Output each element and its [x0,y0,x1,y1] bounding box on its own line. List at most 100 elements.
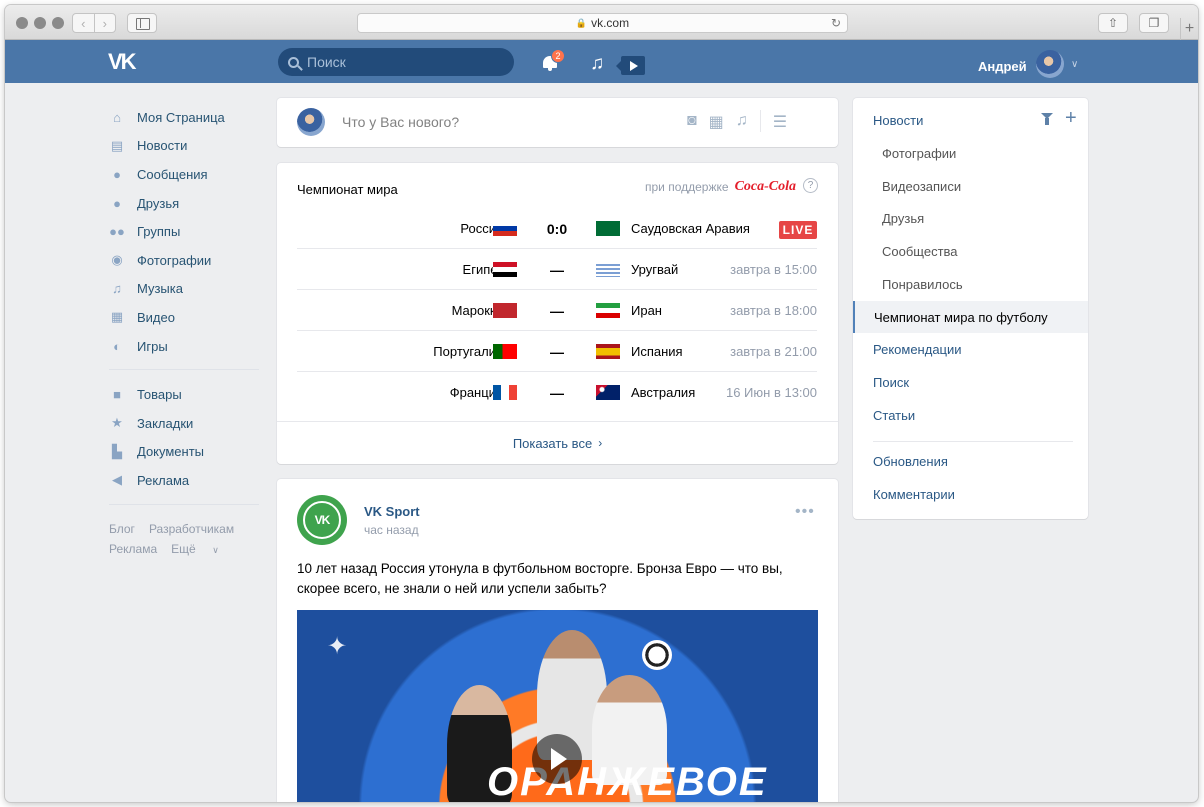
footer-link-ads[interactable]: Реклама [109,542,157,556]
messages-icon: ● [113,166,121,182]
right-menu-item-articles[interactable]: Статьи [853,399,1088,431]
widget-title: Чемпионат мира [297,182,398,197]
gamepad-icon: ◐ [113,338,121,354]
tabs-overview-icon[interactable]: ❐ [1139,13,1169,33]
filter-icon[interactable] [1041,113,1053,125]
right-menu-item-communities[interactable]: Сообщества [853,235,1088,267]
iran-flag-icon [596,303,620,318]
post-time[interactable]: час назад [364,523,419,537]
left-menu-item-goods[interactable]: ■ Товары [109,380,259,409]
away-team: Саудовская Аравия [631,221,750,236]
match-time: завтра в 15:00 [730,262,817,277]
left-menu-item-bookmarks[interactable]: ★ Закладки [109,409,259,438]
left-menu-item-music[interactable]: ♫ Музыка [109,275,259,304]
url-text: vk.com [591,16,630,30]
address-bar[interactable]: 🔒 vk.com ↻ [357,13,848,33]
notification-badge: 2 [551,49,565,63]
lock-icon: 🔒 [575,17,588,28]
plus-icon[interactable]: + [1065,108,1077,128]
sidebar-toggle-icon[interactable] [127,13,157,33]
away-team: Испания [631,344,683,359]
match-score: 0:0 [546,220,568,237]
right-menu-item-videos[interactable]: Видеозаписи [853,170,1088,202]
right-menu-item-updates[interactable]: Обновления [853,445,1088,477]
reload-icon[interactable]: ↻ [831,16,841,30]
left-menu-item-photos[interactable]: ◉ Фотографии [109,246,259,275]
left-menu-item-games[interactable]: ◐ Игры [109,332,259,361]
vk-logo[interactable]: VK [108,49,137,75]
sponsor: при поддержке Coca-Cola [645,179,797,194]
left-menu-item-video[interactable]: ▦ Видео [109,303,259,332]
match-row[interactable]: Португалия — Испания завтра в 21:00 [297,331,817,372]
article-icon[interactable]: ☰ [773,112,787,132]
music-note-icon[interactable]: ♫ [590,53,604,75]
search-input[interactable] [307,54,487,70]
document-icon: ▙ [112,443,122,459]
megaphone-icon: ◀ [112,472,122,488]
chevron-down-icon: ∨ [209,544,219,555]
right-menu-item-comments[interactable]: Комментарии [853,478,1088,510]
left-menu-item-messages[interactable]: ● Сообщения [109,160,259,189]
match-time: завтра в 18:00 [730,303,817,318]
spain-flag-icon [596,344,620,359]
video-play-icon[interactable] [616,56,645,75]
match-score: — [550,261,564,278]
minimize-window-button[interactable] [34,17,46,29]
right-menu-item-liked[interactable]: Понравилось [853,268,1088,300]
portugal-flag-icon [493,344,517,359]
right-menu-item-friends[interactable]: Друзья [853,202,1088,234]
friends-icon: ● [113,195,121,211]
match-row[interactable]: Франция — Австралия 16 Июн в 13:00 [297,372,817,413]
left-menu-item-my-page[interactable]: ⌂ Моя Страница [109,103,259,132]
camera-icon[interactable]: ◙ [687,112,697,132]
post-author[interactable]: VK Sport [364,504,420,519]
chevron-down-icon[interactable]: ∨ [1071,59,1078,70]
left-menu-item-documents[interactable]: ▙ Документы [109,438,259,467]
left-menu-item-groups[interactable]: ●● Группы [109,217,259,246]
right-menu-item-photos[interactable]: Фотографии [853,137,1088,169]
right-menu-item-search[interactable]: Поиск [853,366,1088,398]
back-arrow-icon[interactable]: ‹ [73,14,95,32]
browser-window: ‹ › 🔒 vk.com ↻ ⇧ ❐ + VK 2 ♫ Андрей ∨ ⌂Мо… [5,5,1198,802]
forward-arrow-icon[interactable]: › [95,14,116,32]
chevron-right-icon: › [598,436,603,450]
footer-link-blog[interactable]: Блог [109,522,135,536]
camera-icon: ◉ [111,252,123,268]
video-icon[interactable]: ▦ [709,112,724,132]
right-menu-item-recommendations[interactable]: Рекомендации [853,333,1088,365]
match-row[interactable]: Египет — Уругвай завтра в 15:00 [297,249,817,290]
footer-links: Блог Разработчикам Реклама Ещё ∨ [109,519,259,560]
footer-link-developers[interactable]: Разработчикам [149,522,234,536]
play-icon[interactable] [532,734,582,784]
search-box[interactable] [278,48,514,76]
avatar[interactable] [297,108,325,136]
match-row[interactable]: Марокко — Иран завтра в 18:00 [297,290,817,331]
france-flag-icon [493,385,517,400]
morocco-flag-icon [493,303,517,318]
music-note-icon[interactable]: ♫ [736,112,748,132]
match-score: — [550,343,564,360]
footer-link-more[interactable]: Ещё ∨ [171,542,233,556]
left-menu-item-friends[interactable]: ● Друзья [109,189,259,218]
zoom-window-button[interactable] [52,17,64,29]
close-window-button[interactable] [16,17,28,29]
left-menu-item-ads[interactable]: ◀ Реклама [109,466,259,495]
match-time: завтра в 21:00 [730,344,817,359]
site-header: VK 2 ♫ Андрей ∨ [5,40,1198,83]
avatar[interactable] [1036,50,1064,78]
post-video-thumbnail[interactable]: ✦ ОРАНЖЕВОЕ [297,610,818,802]
more-options-icon[interactable]: ••• [795,503,815,521]
vk-logo: VK [303,501,341,539]
search-icon [288,56,299,68]
user-name[interactable]: Андрей [978,59,1027,74]
post-input[interactable]: Что у Вас нового? [342,114,459,130]
new-tab-icon[interactable]: + [1180,18,1198,40]
vk-sport-avatar[interactable]: VK [297,495,347,545]
show-all-link[interactable]: Показать все › [277,421,838,464]
match-row[interactable]: Россия 0:0 Саудовская Аравия LIVE [297,208,817,249]
share-icon[interactable]: ⇧ [1098,13,1128,33]
egypt-flag-icon [493,262,517,277]
left-menu-item-news[interactable]: ▤ Новости [109,132,259,161]
help-icon[interactable]: ? [803,178,818,193]
right-menu-item-world-cup[interactable]: Чемпионат мира по футболу [853,301,1088,333]
